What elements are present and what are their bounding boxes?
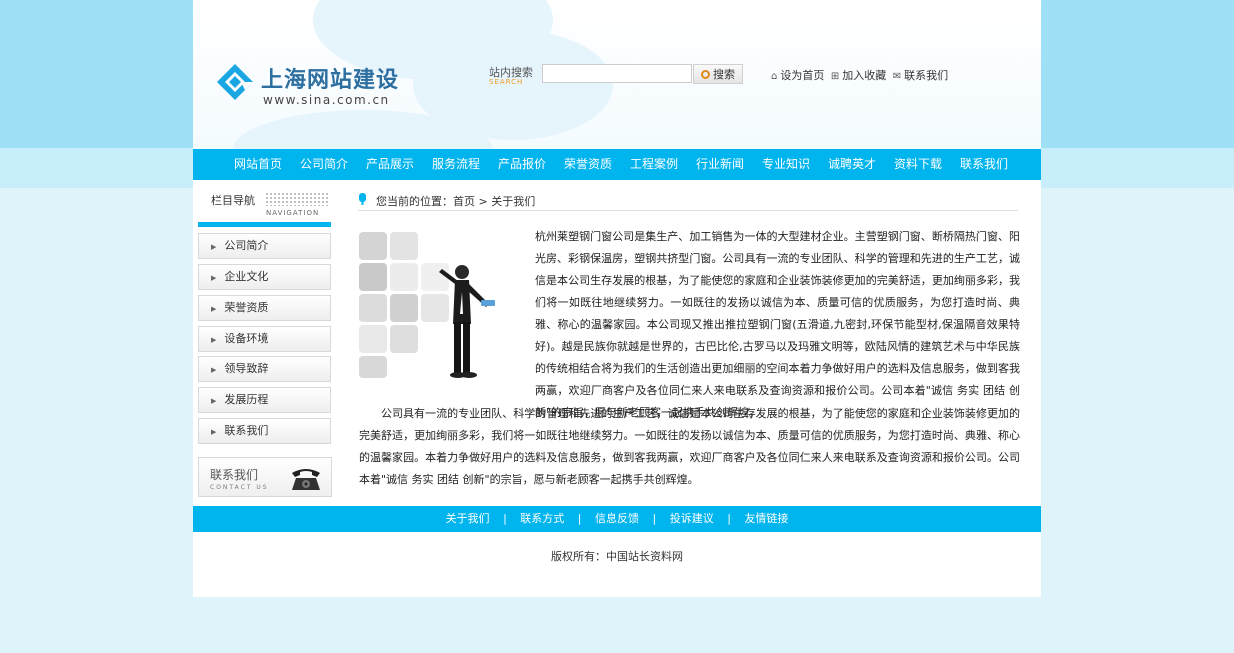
telephone-icon bbox=[292, 469, 320, 490]
contact-us-link[interactable]: 联系我们 bbox=[904, 69, 948, 82]
mail-icon: ✉ bbox=[892, 71, 902, 82]
nav-item-downloads[interactable]: 资料下载 bbox=[894, 149, 942, 180]
nav-item-honors[interactable]: 荣誉资质 bbox=[564, 149, 612, 180]
body-paragraph: 公司具有一流的专业团队、科学的管理和先进的生产工艺，诚信是本公司生存发展的根基，… bbox=[359, 407, 1020, 486]
sidebar-item-equipment[interactable]: ▶ 设备环境 bbox=[198, 326, 331, 352]
breadcrumb: 您当前的位置：首页 > 关于我们 bbox=[376, 195, 536, 208]
home-icon: ⌂ bbox=[771, 71, 778, 82]
nav-item-company[interactable]: 公司简介 bbox=[300, 149, 348, 180]
nav-item-jobs[interactable]: 诚聘英才 bbox=[828, 149, 876, 180]
footer-separator: | bbox=[652, 512, 657, 525]
logo-icon[interactable] bbox=[215, 62, 255, 102]
copyright-text: 版权所有：中国站长资料网 bbox=[551, 550, 683, 563]
sidebar-item-label: 联系我们 bbox=[224, 424, 269, 437]
footer-separator: | bbox=[503, 512, 507, 525]
location-marker-icon bbox=[359, 193, 366, 205]
nav-item-pricing[interactable]: 产品报价 bbox=[498, 149, 546, 180]
sidebar-item-label: 荣誉资质 bbox=[224, 301, 269, 314]
breadcrumb-divider bbox=[358, 210, 1018, 211]
arrow-right-icon: ▶ bbox=[211, 428, 217, 436]
arrow-right-icon: ▶ bbox=[211, 336, 217, 344]
search-icon bbox=[701, 69, 710, 79]
search-sublabel: SEARCH bbox=[489, 78, 524, 86]
add-favorite-link[interactable]: 加入收藏 bbox=[842, 69, 886, 82]
arrow-right-icon: ▶ bbox=[211, 305, 217, 313]
sidebar-subtitle: NAVIGATION bbox=[266, 209, 320, 217]
search-button[interactable]: 搜索 bbox=[693, 64, 743, 84]
sidebar-item-label: 领导致辞 bbox=[224, 362, 269, 375]
footer-link-about[interactable]: 关于我们 bbox=[446, 512, 490, 525]
footer-link-contact-method[interactable]: 联系方式 bbox=[520, 512, 564, 525]
site-title[interactable]: 上海网站建设 bbox=[261, 62, 399, 94]
sidebar-item-speech[interactable]: ▶ 领导致辞 bbox=[198, 356, 331, 382]
arrow-right-icon: ▶ bbox=[211, 366, 217, 374]
footer-separator: | bbox=[727, 512, 731, 525]
arrow-right-icon: ▶ bbox=[211, 397, 217, 405]
sidebar-item-history[interactable]: ▶ 发展历程 bbox=[198, 387, 331, 413]
intro-paragraph: 杭州莱塑钢门窗公司是集生产、加工销售为一体的大型建材企业。主营塑钢门窗、断桥隔热… bbox=[535, 230, 1020, 419]
contact-box-title: 联系我们 bbox=[210, 468, 259, 482]
dots-decoration bbox=[265, 192, 329, 206]
site-url: www.sina.com.cn bbox=[263, 93, 390, 107]
sidebar-accent-bar bbox=[198, 222, 331, 227]
sidebar-item-label: 公司简介 bbox=[224, 239, 269, 252]
sidebar-item-honors[interactable]: ▶ 荣誉资质 bbox=[198, 295, 331, 321]
footer-separator: | bbox=[577, 512, 582, 525]
businessman-image bbox=[359, 232, 495, 378]
footer-link-feedback[interactable]: 信息反馈 bbox=[595, 512, 639, 525]
nav-item-products[interactable]: 产品展示 bbox=[366, 149, 414, 180]
bookmark-icon: ⊞ bbox=[830, 71, 840, 82]
nav-item-knowledge[interactable]: 专业知识 bbox=[762, 149, 810, 180]
sidebar-item-culture[interactable]: ▶ 企业文化 bbox=[198, 264, 331, 290]
sidebar-item-label: 设备环境 bbox=[224, 332, 269, 345]
main-nav: 网站首页 公司简介 产品展示 服务流程 产品报价 荣誉资质 工程案例 行业新闻 … bbox=[193, 149, 1041, 180]
top-links: ⌂ 设为首页 ⊞ 加入收藏 ✉ 联系我们 bbox=[771, 67, 951, 83]
nav-item-cases[interactable]: 工程案例 bbox=[630, 149, 678, 180]
footer-link-friends[interactable]: 友情链接 bbox=[744, 512, 788, 525]
sidebar-item-company[interactable]: ▶ 公司简介 bbox=[198, 233, 331, 259]
nav-item-service[interactable]: 服务流程 bbox=[432, 149, 480, 180]
site-header: 上海网站建设 www.sina.com.cn 站内搜索 SEARCH 搜索 ⌂ 设… bbox=[193, 0, 1041, 149]
nav-item-contact[interactable]: 联系我们 bbox=[960, 149, 1008, 180]
nav-item-news[interactable]: 行业新闻 bbox=[696, 149, 744, 180]
sidebar-item-label: 发展历程 bbox=[224, 393, 269, 406]
nav-item-home[interactable]: 网站首页 bbox=[234, 149, 282, 180]
arrow-right-icon: ▶ bbox=[211, 243, 217, 251]
contact-box[interactable]: 联系我们 CONTACT US bbox=[198, 457, 332, 497]
contact-box-subtitle: CONTACT US bbox=[210, 484, 269, 491]
search-input[interactable] bbox=[542, 64, 692, 83]
page-container: 上海网站建设 www.sina.com.cn 站内搜索 SEARCH 搜索 ⌂ 设… bbox=[193, 0, 1041, 597]
footer-link-complaint[interactable]: 投诉建议 bbox=[670, 512, 714, 525]
sidebar-item-contact[interactable]: ▶ 联系我们 bbox=[198, 418, 331, 444]
set-homepage-link[interactable]: 设为首页 bbox=[780, 69, 824, 82]
footer-nav: 关于我们 | 联系方式 | 信息反馈 | 投诉建议 | 友情链接 bbox=[193, 506, 1041, 532]
arrow-right-icon: ▶ bbox=[211, 274, 217, 282]
sidebar-title: 栏目导航 bbox=[211, 194, 255, 207]
sidebar-item-label: 企业文化 bbox=[224, 270, 269, 283]
search-button-label: 搜索 bbox=[713, 68, 735, 81]
